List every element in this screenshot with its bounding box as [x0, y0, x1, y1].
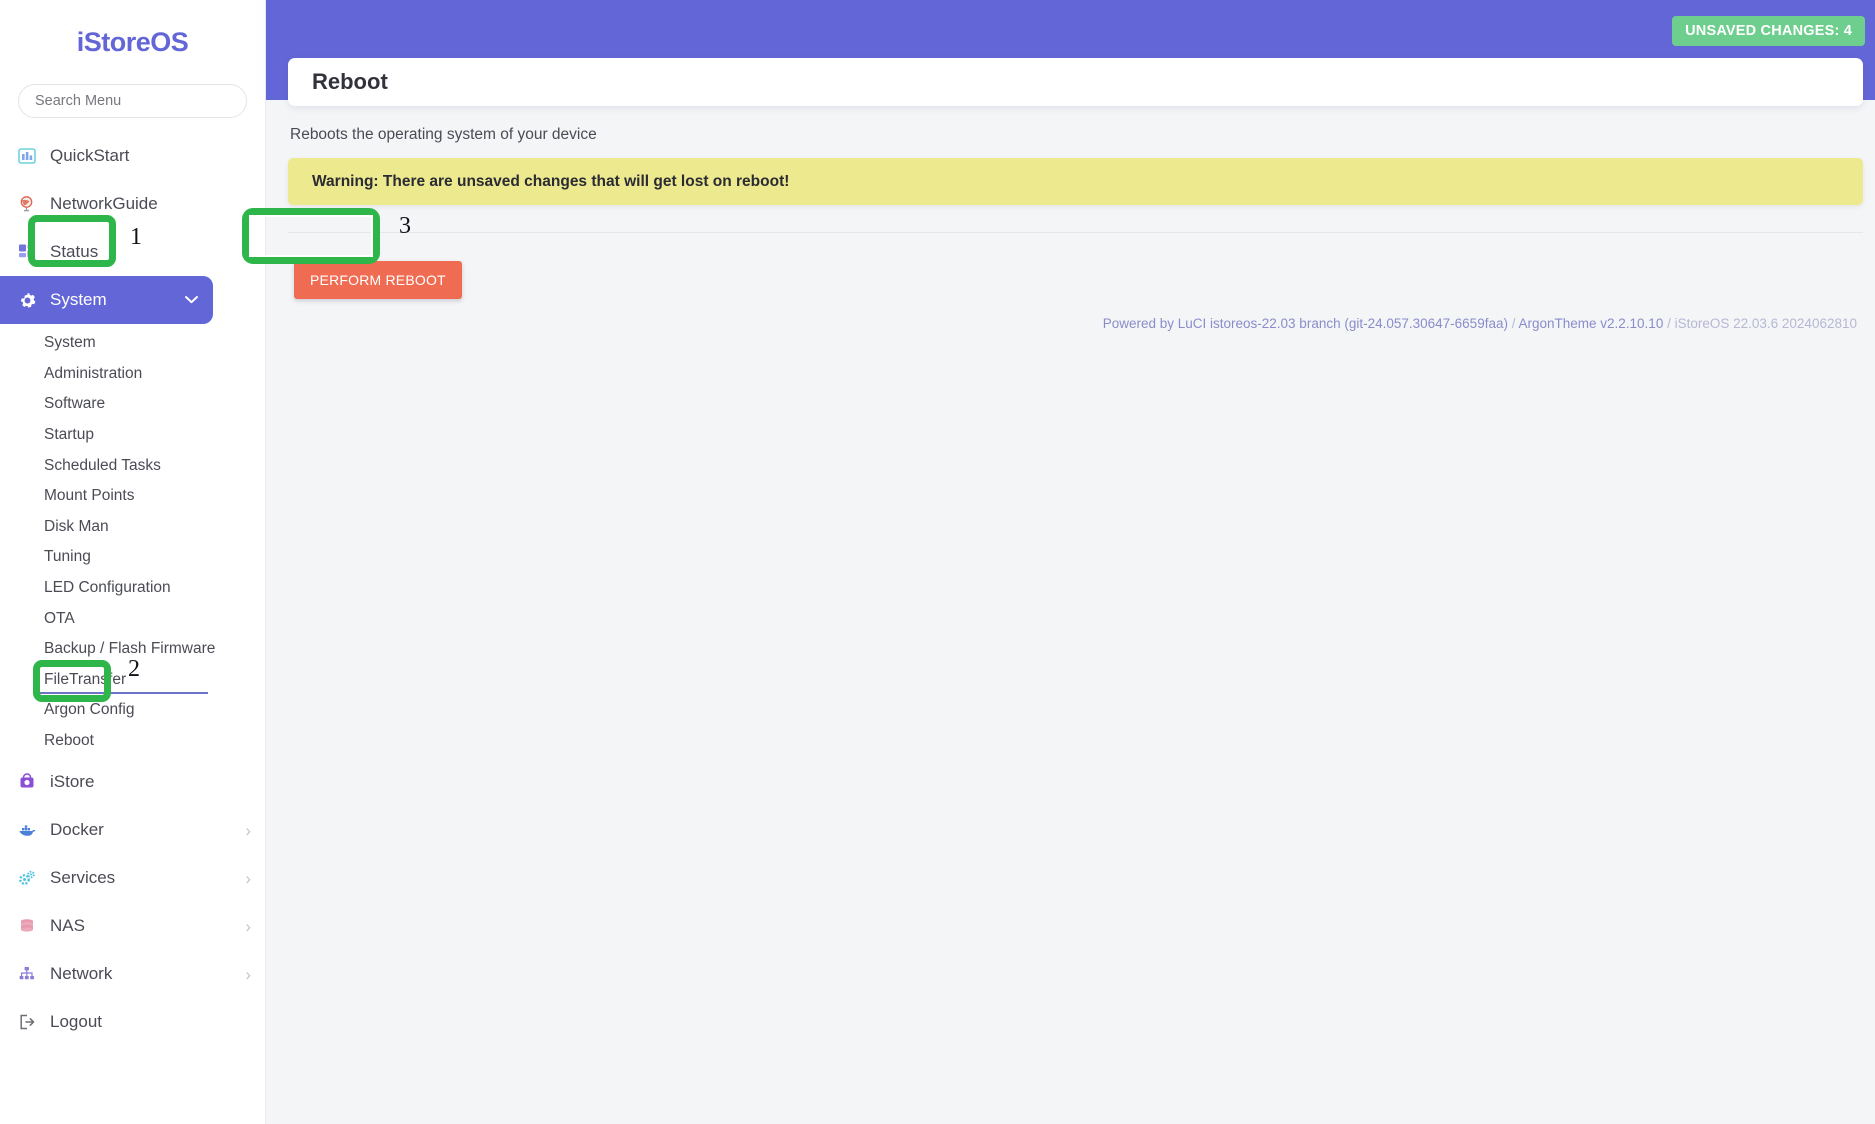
submenu-item-system[interactable]: System	[0, 328, 265, 359]
submenu-item-tuning[interactable]: Tuning	[0, 542, 265, 573]
footer: Powered by LuCI istoreos-22.03 branch (g…	[266, 316, 1863, 331]
sidebar-item-istore[interactable]: iStore	[0, 758, 265, 806]
chevron-down-icon	[184, 293, 199, 308]
chevron-right-icon: ›	[245, 964, 251, 984]
sidebar-item-label: Docker	[50, 820, 104, 840]
section-divider	[288, 232, 1863, 233]
reboot-active-underline	[38, 692, 208, 694]
sidebar-item-quickstart[interactable]: QuickStart	[0, 132, 265, 180]
sidebar-item-label: Status	[50, 242, 99, 261]
footer-separator-1: /	[1507, 316, 1519, 331]
chevron-right-icon: ›	[245, 868, 251, 888]
app-logo: iStoreOS	[76, 26, 189, 57]
chevron-right-icon: ›	[245, 820, 251, 840]
submenu-item-ota[interactable]: OTA	[0, 603, 265, 634]
submenu-item-mount-points[interactable]: Mount Points	[0, 481, 265, 512]
submenu-item-administration[interactable]: Administration	[0, 359, 265, 390]
sidebar-item-network[interactable]: Network ›	[0, 950, 265, 998]
chart-bar-icon	[18, 145, 44, 167]
sidebar-item-logout[interactable]: Logout	[0, 998, 265, 1046]
logout-icon	[18, 1011, 44, 1033]
shopping-bag-icon	[18, 771, 44, 793]
submenu-item-software[interactable]: Software	[0, 389, 265, 420]
sidebar-item-docker[interactable]: Docker ›	[0, 806, 265, 854]
sidebar-item-nas[interactable]: NAS ›	[0, 902, 265, 950]
warning-banner: Warning: There are unsaved changes that …	[288, 158, 1863, 205]
submenu-item-led-configuration[interactable]: LED Configuration	[0, 573, 265, 604]
main-content: Reboot Reboots the operating system of y…	[266, 0, 1875, 1124]
annotation-step-3: 3	[399, 213, 411, 239]
chevron-right-icon: ›	[245, 916, 251, 936]
submenu-item-startup[interactable]: Startup	[0, 420, 265, 451]
page-description: Reboots the operating system of your dev…	[290, 126, 597, 143]
sitemap-icon	[18, 963, 44, 985]
page-header-card: Reboot	[288, 58, 1863, 106]
cogs-icon	[18, 867, 44, 889]
submenu-item-argon-config[interactable]: Argon Config	[0, 695, 265, 726]
gear-icon	[18, 289, 44, 311]
globe-icon	[18, 193, 44, 215]
sidebar-item-system[interactable]: System	[0, 276, 213, 324]
footer-powered-by: Powered by LuCI istoreos-22.03 branch (g…	[1102, 316, 1508, 331]
submenu-item-scheduled-tasks[interactable]: Scheduled Tasks	[0, 450, 265, 481]
annotation-step-1: 1	[130, 224, 142, 250]
submenu-item-disk-man[interactable]: Disk Man	[0, 512, 265, 543]
sidebar-nav: QuickStart NetworkGuide Status › System …	[0, 132, 265, 1046]
grid-squares-icon	[18, 241, 44, 263]
sidebar-item-label: NetworkGuide	[50, 194, 158, 213]
sidebar-item-label: NAS	[50, 916, 85, 936]
sidebar-item-label: iStore	[50, 772, 95, 792]
perform-reboot-button[interactable]: PERFORM REBOOT	[294, 261, 462, 299]
footer-version: iStoreOS 22.03.6 2024062810	[1674, 316, 1857, 331]
submenu-item-reboot[interactable]: Reboot	[0, 726, 265, 757]
sidebar: iStoreOS QuickStart	[0, 0, 266, 1124]
footer-separator-2: /	[1663, 316, 1675, 331]
sidebar-item-label: Logout	[50, 1012, 102, 1032]
sidebar-item-label: Network	[50, 964, 113, 984]
sidebar-item-label: Services	[50, 868, 116, 888]
search-input[interactable]	[18, 84, 247, 118]
chevron-right-icon: ›	[245, 242, 251, 262]
sidebar-item-label: QuickStart	[50, 146, 130, 165]
sidebar-item-services[interactable]: Services ›	[0, 854, 265, 902]
sidebar-item-networkguide[interactable]: NetworkGuide	[0, 180, 265, 228]
warning-text: Warning: There are unsaved changes that …	[312, 172, 790, 190]
docker-whale-icon	[18, 819, 44, 841]
database-icon	[18, 915, 44, 937]
page-title: Reboot	[312, 69, 388, 94]
annotation-step-2: 2	[128, 656, 140, 682]
footer-theme[interactable]: ArgonTheme v2.2.10.10	[1518, 316, 1663, 331]
search-container	[0, 84, 265, 118]
sidebar-item-label: System	[50, 290, 107, 309]
